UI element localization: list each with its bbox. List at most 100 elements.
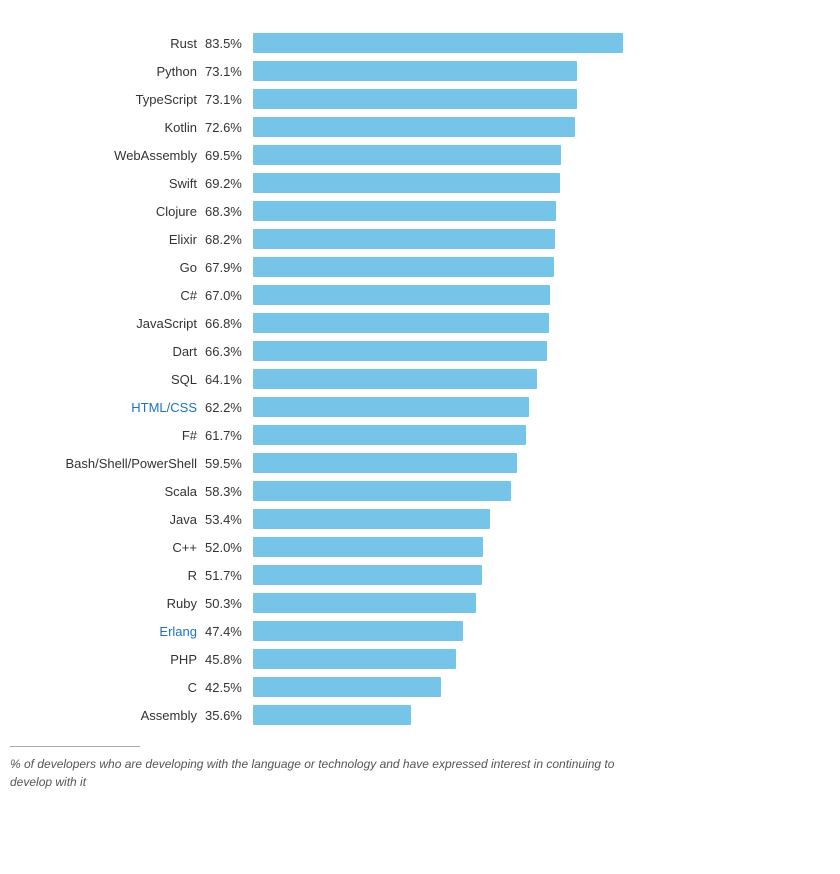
bar-label: Dart xyxy=(10,344,205,359)
bar-percentage: 69.2% xyxy=(205,176,253,191)
bar-percentage: 59.5% xyxy=(205,456,253,471)
bar-percentage: 73.1% xyxy=(205,64,253,79)
bar-label: C# xyxy=(10,288,205,303)
bar-row: PHP45.8% xyxy=(10,646,830,672)
bar-area xyxy=(253,425,830,445)
bar-area xyxy=(253,537,830,557)
bar-area xyxy=(253,89,830,109)
bar-fill xyxy=(253,285,550,305)
bar-row: C++52.0% xyxy=(10,534,830,560)
bar-fill xyxy=(253,593,476,613)
bar-row: WebAssembly69.5% xyxy=(10,142,830,168)
bar-percentage: 64.1% xyxy=(205,372,253,387)
bar-row: Elixir68.2% xyxy=(10,226,830,252)
bar-area xyxy=(253,509,830,529)
bar-label: R xyxy=(10,568,205,583)
bar-label: Scala xyxy=(10,484,205,499)
bar-percentage: 61.7% xyxy=(205,428,253,443)
bar-row: HTML/CSS62.2% xyxy=(10,394,830,420)
bar-area xyxy=(253,33,830,53)
bar-row: Swift69.2% xyxy=(10,170,830,196)
bar-area xyxy=(253,257,830,277)
bar-row: C#67.0% xyxy=(10,282,830,308)
bar-percentage: 73.1% xyxy=(205,92,253,107)
bar-fill xyxy=(253,89,577,109)
bar-area xyxy=(253,117,830,137)
bar-row: Erlang47.4% xyxy=(10,618,830,644)
bar-label: Erlang xyxy=(10,624,205,639)
bar-area xyxy=(253,229,830,249)
bar-fill xyxy=(253,425,526,445)
bar-fill xyxy=(253,201,556,221)
bar-label: Java xyxy=(10,512,205,527)
bar-row: Bash/Shell/PowerShell59.5% xyxy=(10,450,830,476)
bar-fill xyxy=(253,313,549,333)
bar-percentage: 52.0% xyxy=(205,540,253,555)
bar-fill xyxy=(253,61,577,81)
bar-percentage: 66.8% xyxy=(205,316,253,331)
bar-label: Ruby xyxy=(10,596,205,611)
bar-row: Python73.1% xyxy=(10,58,830,84)
bar-row: Rust83.5% xyxy=(10,30,830,56)
bar-label: C++ xyxy=(10,540,205,555)
bar-label: PHP xyxy=(10,652,205,667)
footnote-text: % of developers who are developing with … xyxy=(10,755,630,791)
bar-row: SQL64.1% xyxy=(10,366,830,392)
bar-row: R51.7% xyxy=(10,562,830,588)
bar-area xyxy=(253,593,830,613)
bar-area xyxy=(253,621,830,641)
bar-area xyxy=(253,285,830,305)
bar-area xyxy=(253,453,830,473)
bar-row: TypeScript73.1% xyxy=(10,86,830,112)
bar-fill xyxy=(253,117,575,137)
bar-area xyxy=(253,61,830,81)
bar-label: HTML/CSS xyxy=(10,400,205,415)
bar-label: Rust xyxy=(10,36,205,51)
bar-fill xyxy=(253,341,547,361)
bar-fill xyxy=(253,173,560,193)
bar-area xyxy=(253,369,830,389)
bar-row: Dart66.3% xyxy=(10,338,830,364)
bar-row: JavaScript66.8% xyxy=(10,310,830,336)
bar-fill xyxy=(253,565,482,585)
bar-percentage: 58.3% xyxy=(205,484,253,499)
bar-fill xyxy=(253,537,483,557)
bar-percentage: 67.9% xyxy=(205,260,253,275)
bar-fill xyxy=(253,369,537,389)
bar-percentage: 51.7% xyxy=(205,568,253,583)
bar-label: Clojure xyxy=(10,204,205,219)
bar-percentage: 47.4% xyxy=(205,624,253,639)
bar-label: Swift xyxy=(10,176,205,191)
bar-percentage: 66.3% xyxy=(205,344,253,359)
bar-percentage: 42.5% xyxy=(205,680,253,695)
bar-label: Bash/Shell/PowerShell xyxy=(10,456,205,471)
bar-percentage: 68.3% xyxy=(205,204,253,219)
bar-row: Java53.4% xyxy=(10,506,830,532)
bar-fill xyxy=(253,481,511,501)
bar-fill xyxy=(253,677,441,697)
bar-area xyxy=(253,341,830,361)
bar-percentage: 67.0% xyxy=(205,288,253,303)
bar-label: TypeScript xyxy=(10,92,205,107)
bar-fill xyxy=(253,397,529,417)
bar-row: Kotlin72.6% xyxy=(10,114,830,140)
bar-row: Scala58.3% xyxy=(10,478,830,504)
bar-row: Clojure68.3% xyxy=(10,198,830,224)
bar-label: Python xyxy=(10,64,205,79)
bar-row: Assembly35.6% xyxy=(10,702,830,728)
footnote-divider xyxy=(10,746,140,747)
bar-row: Go67.9% xyxy=(10,254,830,280)
bar-fill xyxy=(253,33,623,53)
bar-area xyxy=(253,201,830,221)
bar-area xyxy=(253,145,830,165)
bar-label: Elixir xyxy=(10,232,205,247)
bar-percentage: 35.6% xyxy=(205,708,253,723)
bar-label: Kotlin xyxy=(10,120,205,135)
bar-fill xyxy=(253,509,490,529)
bar-area xyxy=(253,173,830,193)
bar-area xyxy=(253,677,830,697)
bar-fill xyxy=(253,145,561,165)
bar-area xyxy=(253,565,830,585)
bar-area xyxy=(253,705,830,725)
bar-fill xyxy=(253,257,554,277)
